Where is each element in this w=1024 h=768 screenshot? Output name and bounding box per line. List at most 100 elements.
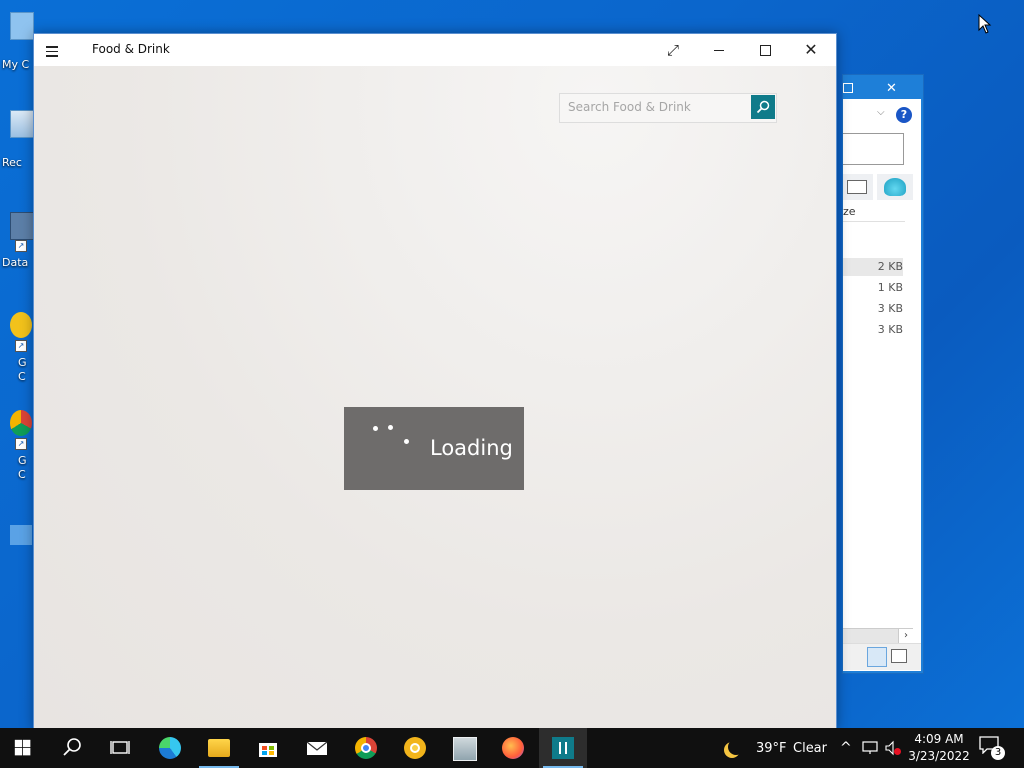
desktop-icon-label: C: [18, 370, 26, 383]
maximize-button[interactable]: [742, 34, 788, 66]
column-header-size[interactable]: ze: [843, 203, 905, 222]
moon-icon: [728, 739, 744, 755]
desktop-icon-label: G: [18, 356, 27, 369]
spinner-dot: [404, 439, 409, 444]
title-bar[interactable]: Food & Drink ⤢ ✕: [34, 34, 836, 66]
taskbar-food-drink[interactable]: [539, 728, 587, 768]
weather-condition: Clear: [793, 741, 827, 756]
explorer-content: ⌵ ? ze 2 KB 1 KB 3 KB 3 KB ›: [843, 99, 921, 671]
taskbar-store[interactable]: [244, 728, 292, 768]
clock-date: 3/23/2022: [908, 749, 970, 763]
shell-icon: [884, 178, 906, 196]
loading-text: Loading: [430, 436, 513, 460]
notification-center-button[interactable]: 3: [979, 736, 1005, 760]
taskbar-chrome-canary[interactable]: [391, 728, 439, 768]
toolbar-button[interactable]: [843, 174, 873, 200]
database-icon: [10, 212, 34, 240]
clock-time: 4:09 AM: [914, 732, 964, 746]
chrome-icon: [10, 410, 32, 436]
search-icon: [63, 738, 81, 756]
picture-app-icon: [453, 737, 477, 761]
spinner-dot: [373, 426, 378, 431]
address-field[interactable]: [843, 133, 904, 165]
close-icon[interactable]: ✕: [886, 81, 897, 96]
tray-overflow-chevron-icon[interactable]: ^: [840, 740, 852, 756]
help-icon[interactable]: ?: [896, 107, 912, 123]
taskbar-chrome[interactable]: [342, 728, 390, 768]
desktop-icon-label: Data: [2, 256, 29, 269]
computer-icon: [10, 12, 34, 40]
edge-icon: [159, 737, 181, 759]
desktop-icon-label: G: [18, 454, 27, 467]
desktop-icon-partial[interactable]: [0, 525, 32, 549]
hamburger-menu-icon[interactable]: [46, 43, 68, 59]
chrome-canary-icon: [10, 312, 32, 338]
spinner-dot: [388, 425, 393, 430]
toolbar-button[interactable]: [877, 174, 913, 200]
taskbar: 39°F Clear ^ 4:09 AM 3/23/2022 3: [0, 728, 1024, 768]
chrome-canary-icon: [404, 737, 426, 759]
file-size-cell[interactable]: 3 KB: [843, 300, 903, 318]
clock[interactable]: 4:09 AM 3/23/2022: [905, 731, 973, 765]
chrome-icon: [355, 737, 377, 759]
taskbar-picture-app[interactable]: [440, 728, 488, 768]
maximize-icon: [759, 45, 771, 56]
chevron-down-icon[interactable]: ⌵: [877, 107, 885, 118]
search-button[interactable]: [751, 95, 775, 119]
preview-view-icon[interactable]: [891, 649, 907, 663]
desktop-icon-chrome-canary[interactable]: ↗ G C: [0, 312, 32, 386]
windows-logo-icon: [14, 739, 31, 756]
taskbar-mail[interactable]: [293, 728, 341, 768]
envelope-icon: [847, 180, 867, 194]
desktop-icon-label: My C: [2, 58, 30, 71]
search-input[interactable]: [560, 94, 756, 120]
notification-count-badge: 3: [991, 746, 1005, 760]
task-view-button[interactable]: [96, 728, 144, 768]
network-icon[interactable]: [862, 740, 878, 756]
details-view-icon[interactable]: [867, 647, 887, 667]
fork-knife-icon: [552, 737, 574, 759]
taskbar-file-explorer[interactable]: [195, 728, 243, 768]
close-button[interactable]: ✕: [788, 34, 834, 66]
weather-temperature: 39°F: [756, 741, 787, 756]
weather-widget[interactable]: 39°F Clear: [726, 728, 828, 768]
food-drink-window: Food & Drink ⤢ ✕ Loading: [33, 33, 837, 730]
desktop-icon-label: C: [18, 468, 26, 481]
window-title: Food & Drink: [92, 42, 170, 56]
maximize-icon[interactable]: [843, 83, 853, 93]
search-icon: [756, 100, 770, 114]
file-size-cell[interactable]: 1 KB: [843, 279, 903, 297]
file-size-cell[interactable]: 2 KB: [843, 258, 903, 276]
start-button[interactable]: [0, 728, 48, 768]
firefox-icon: [502, 737, 524, 759]
background-explorer-window[interactable]: ✕ ⌵ ? ze 2 KB 1 KB 3 KB 3 KB ›: [842, 74, 924, 674]
store-icon: [259, 743, 277, 757]
volume-muted-icon[interactable]: [885, 740, 901, 756]
loading-indicator: Loading: [344, 407, 524, 490]
desktop-icon-my-computer[interactable]: My C: [0, 12, 34, 72]
desktop-icon-chrome[interactable]: ↗ G C: [0, 410, 32, 484]
desktop-icon-recycle-bin[interactable]: Rec: [0, 110, 34, 170]
file-icon: [10, 525, 32, 545]
minimize-icon: [714, 49, 724, 52]
minimize-button[interactable]: [696, 34, 742, 66]
shortcut-arrow-icon: ↗: [15, 240, 27, 252]
recycle-bin-icon: [10, 110, 34, 138]
task-view-icon: [110, 741, 130, 754]
taskbar-edge[interactable]: [146, 728, 194, 768]
fullscreen-button[interactable]: ⤢: [650, 34, 696, 66]
horizontal-scrollbar[interactable]: ›: [843, 628, 913, 643]
desktop-icon-data[interactable]: ↗ Data: [0, 212, 34, 272]
file-size-cell[interactable]: 3 KB: [843, 321, 903, 339]
folder-icon: [208, 739, 230, 757]
mouse-cursor-icon: [978, 14, 992, 34]
shortcut-arrow-icon: ↗: [15, 340, 27, 352]
scroll-right-icon[interactable]: ›: [898, 629, 913, 643]
taskbar-firefox[interactable]: [489, 728, 537, 768]
status-bar: [843, 643, 921, 670]
search-box: [559, 93, 777, 123]
shortcut-arrow-icon: ↗: [15, 438, 27, 450]
desktop-icon-label: Rec: [2, 156, 22, 169]
taskbar-search-button[interactable]: [48, 728, 96, 768]
mail-icon: [306, 741, 328, 755]
